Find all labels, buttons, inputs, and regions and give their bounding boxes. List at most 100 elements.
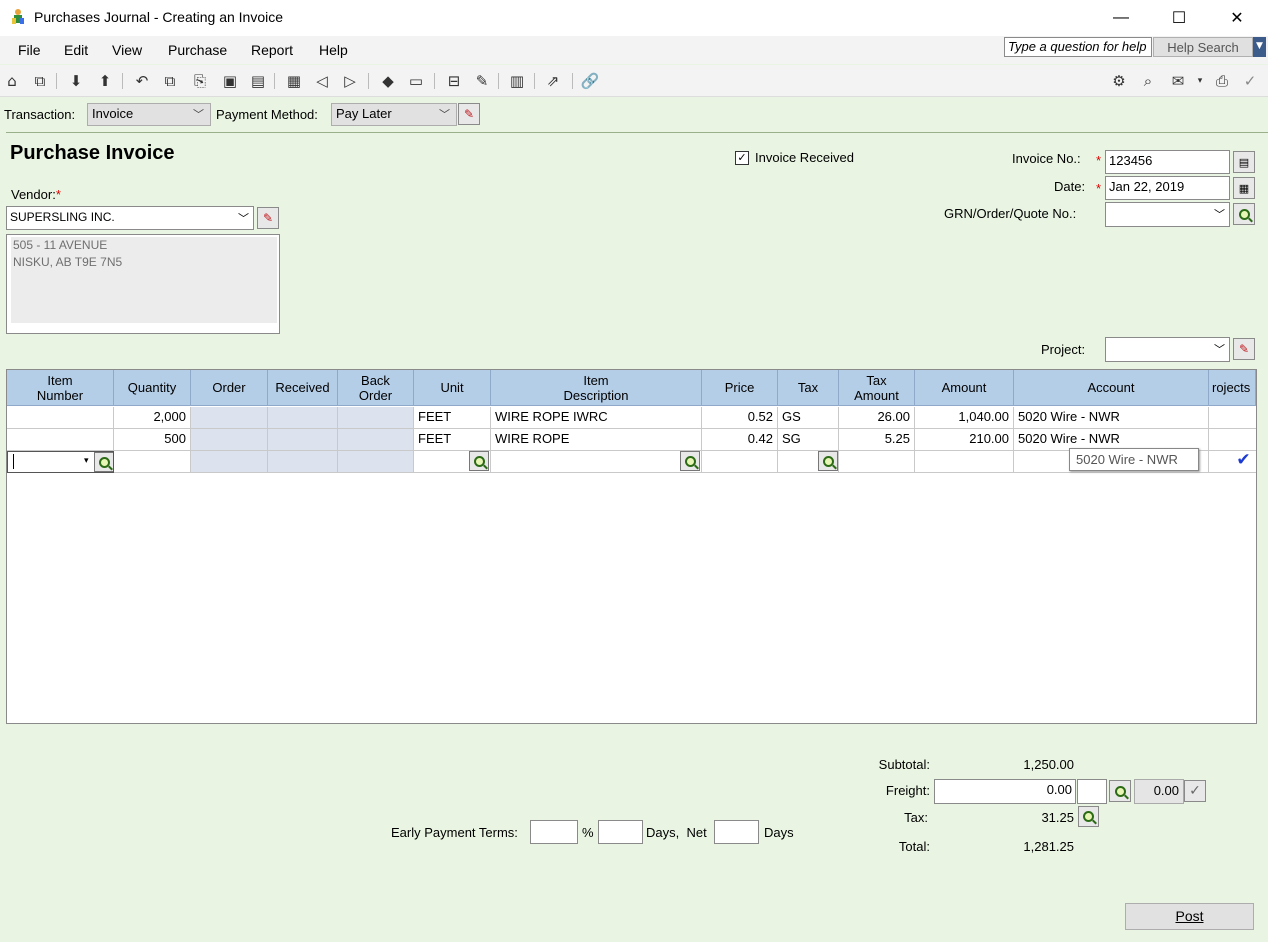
- invoice-received-checkbox[interactable]: ✓: [735, 151, 749, 165]
- open-icon[interactable]: ⬆: [95, 71, 115, 91]
- save-icon[interactable]: ⬇: [66, 71, 86, 91]
- print-icon[interactable]: ⎙: [1212, 71, 1232, 91]
- freight-input[interactable]: 0.00: [934, 779, 1076, 804]
- home-icon[interactable]: ⌂: [2, 71, 22, 91]
- calculator-icon[interactable]: ▥: [507, 71, 527, 91]
- freight-tax-lookup-button[interactable]: [1109, 780, 1131, 802]
- preview-icon[interactable]: ⌕: [1138, 71, 1158, 91]
- export-icon[interactable]: ⇗: [543, 71, 563, 91]
- vendor-select[interactable]: SUPERSLING INC. ﹀: [6, 206, 254, 230]
- setup-icon[interactable]: ⚙: [1109, 71, 1129, 91]
- calendar-button[interactable]: ▦: [1233, 177, 1255, 199]
- item-lookup-button[interactable]: [94, 452, 113, 472]
- date-input[interactable]: Jan 22, 2019: [1105, 176, 1230, 200]
- post-button[interactable]: Post: [1125, 903, 1254, 930]
- cell-unit[interactable]: FEET: [414, 429, 491, 451]
- cell-tax-amount: 5.25: [839, 429, 915, 451]
- lookup-icon[interactable]: ▦: [284, 71, 304, 91]
- header-tax-amount: Tax Amount: [839, 370, 915, 406]
- close-window-icon[interactable]: ⧉: [30, 71, 50, 91]
- email-dropdown-icon[interactable]: ▾: [1190, 71, 1210, 91]
- discount-percent-input[interactable]: [530, 820, 578, 844]
- menu-edit[interactable]: Edit: [64, 42, 88, 58]
- total-value: 1,281.25: [1023, 839, 1074, 854]
- description-lookup-button[interactable]: [680, 451, 700, 471]
- unit-lookup-button[interactable]: [469, 451, 489, 471]
- freight-tax-code-input[interactable]: [1077, 779, 1107, 804]
- help-search-button[interactable]: Help Search: [1153, 37, 1253, 57]
- edit-icon[interactable]: ✎: [472, 71, 492, 91]
- cell-amount[interactable]: [915, 451, 1014, 473]
- cell-tax-amount: 26.00: [839, 407, 915, 429]
- cell-account[interactable]: 5020 Wire - NWR: [1014, 407, 1209, 429]
- menu-help[interactable]: Help: [319, 42, 348, 58]
- payment-method-select[interactable]: Pay Later ﹀: [331, 103, 457, 126]
- minimize-button[interactable]: —: [1092, 0, 1150, 36]
- fill-icon[interactable]: ▭: [406, 71, 426, 91]
- cell-quantity[interactable]: [114, 451, 191, 473]
- freight-check-button[interactable]: ✓: [1184, 780, 1206, 802]
- menu-purchase[interactable]: Purchase: [168, 42, 227, 58]
- cell-price[interactable]: 0.52: [702, 407, 778, 429]
- cell-amount[interactable]: 1,040.00: [915, 407, 1014, 429]
- cell-tax[interactable]: SG: [778, 429, 839, 451]
- grn-select[interactable]: ﹀: [1105, 202, 1230, 227]
- next-icon[interactable]: ▷: [340, 71, 360, 91]
- tax-detail-button[interactable]: [1078, 806, 1099, 827]
- cell-projects[interactable]: [1209, 407, 1256, 429]
- paste-icon[interactable]: ⎘: [190, 71, 210, 91]
- app-icon: [10, 8, 26, 26]
- tax-lookup-button[interactable]: [818, 451, 838, 471]
- close-button[interactable]: ✕: [1208, 0, 1266, 36]
- project-select[interactable]: ﹀: [1105, 337, 1230, 362]
- post-label: Post: [1175, 908, 1204, 924]
- menu-view[interactable]: View: [112, 42, 142, 58]
- adjust-icon[interactable]: ◆: [378, 71, 398, 91]
- transaction-select[interactable]: Invoice ﹀: [87, 103, 211, 126]
- recall-icon[interactable]: ▤: [248, 71, 268, 91]
- pin-project-button[interactable]: ✎: [1233, 338, 1255, 360]
- chevron-down-icon[interactable]: ▾: [84, 455, 89, 466]
- cell-price[interactable]: 0.42: [702, 429, 778, 451]
- cell-quantity[interactable]: 2,000: [114, 407, 191, 429]
- undo-icon[interactable]: ↶: [132, 71, 152, 91]
- discount-days-input[interactable]: [598, 820, 643, 844]
- cell-quantity[interactable]: 500: [114, 429, 191, 451]
- grn-lookup-button[interactable]: [1233, 203, 1255, 225]
- cell-description[interactable]: WIRE ROPE IWRC: [491, 407, 702, 429]
- previous-icon[interactable]: ◁: [312, 71, 332, 91]
- cell-amount[interactable]: 210.00: [915, 429, 1014, 451]
- cell-tax[interactable]: GS: [778, 407, 839, 429]
- cell-item-number[interactable]: [7, 407, 114, 429]
- cell-description[interactable]: [491, 451, 702, 473]
- copy-icon[interactable]: ⧉: [160, 71, 180, 91]
- cell-item-number-active[interactable]: ▾: [7, 451, 114, 473]
- cell-back-order: [338, 451, 414, 473]
- maximize-button[interactable]: ☐: [1150, 0, 1208, 36]
- help-question-input[interactable]: Type a question for help: [1004, 37, 1152, 57]
- cell-price[interactable]: [702, 451, 778, 473]
- invoice-lookup-button[interactable]: ▤: [1233, 151, 1255, 173]
- menu-file[interactable]: File: [18, 42, 41, 58]
- header-order: Order: [191, 370, 268, 406]
- cell-unit[interactable]: [414, 451, 491, 473]
- magnifier-icon: [1083, 811, 1094, 822]
- pin-payment-button[interactable]: ✎: [458, 103, 480, 125]
- check-icon[interactable]: ✔: [1233, 450, 1254, 471]
- invoice-no-input[interactable]: 123456: [1105, 150, 1230, 174]
- cell-description[interactable]: WIRE ROPE: [491, 429, 702, 451]
- email-icon[interactable]: ✉: [1168, 71, 1188, 91]
- remove-icon[interactable]: ⊟: [444, 71, 464, 91]
- pin-vendor-button[interactable]: ✎: [257, 207, 279, 229]
- post-check-icon[interactable]: ✓: [1240, 71, 1260, 91]
- cell-item-number[interactable]: [7, 429, 114, 451]
- help-dropdown-icon[interactable]: ▼: [1253, 37, 1266, 57]
- magnifier-icon: [98, 456, 110, 468]
- cell-projects[interactable]: [1209, 429, 1256, 451]
- cell-tax[interactable]: [778, 451, 839, 473]
- link-icon[interactable]: 🔗: [580, 71, 600, 91]
- menu-report[interactable]: Report: [251, 42, 293, 58]
- cell-unit[interactable]: FEET: [414, 407, 491, 429]
- net-days-input[interactable]: [714, 820, 759, 844]
- store-icon[interactable]: ▣: [220, 71, 240, 91]
